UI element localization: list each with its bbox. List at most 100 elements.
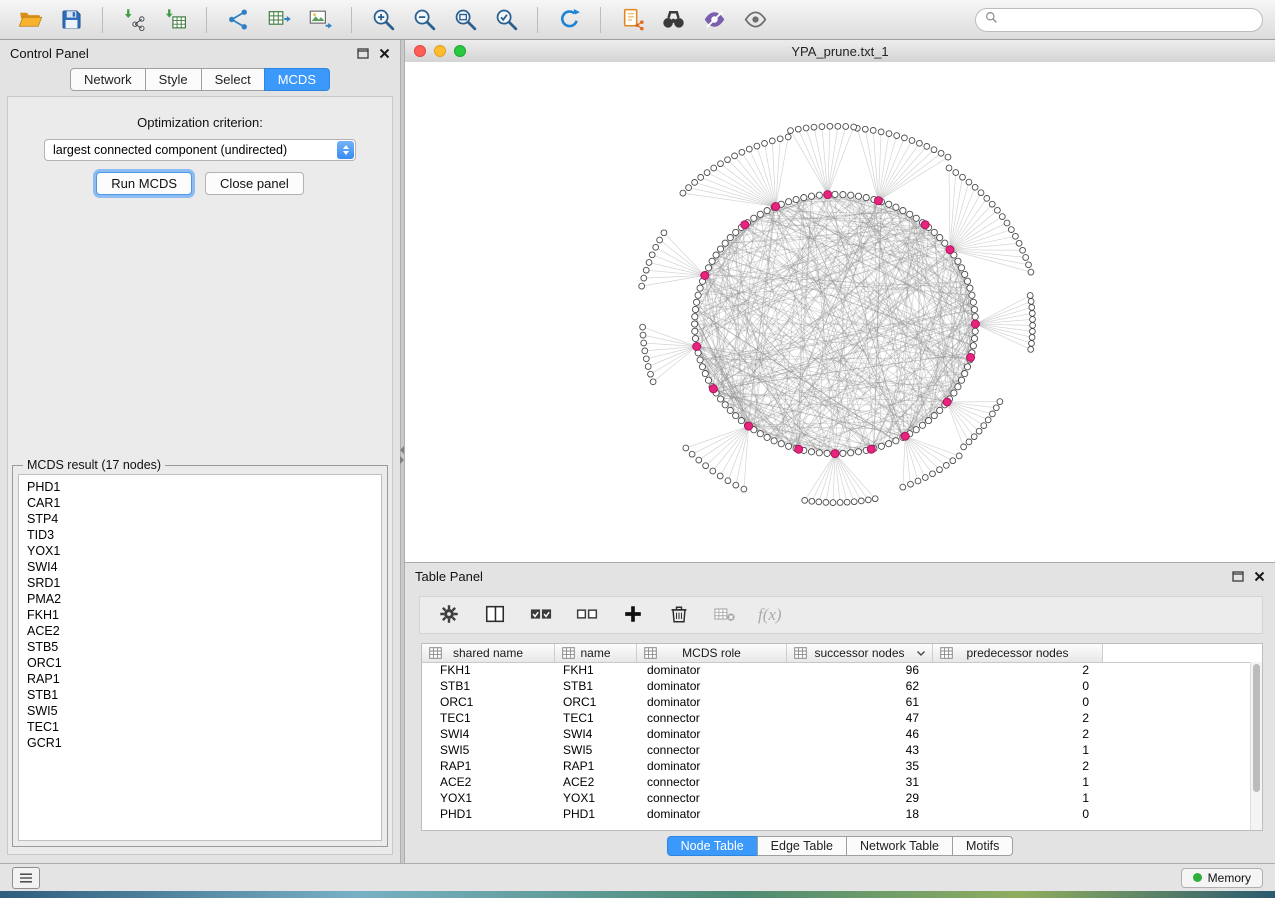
table-row[interactable]: ORC1ORC1dominator610	[422, 694, 1250, 710]
network-canvas[interactable]	[405, 62, 1275, 562]
menu-icon[interactable]	[12, 867, 40, 889]
column-header-MCDS-role[interactable]: MCDS role	[637, 644, 787, 662]
result-node-item[interactable]: PMA2	[27, 591, 381, 607]
result-node-item[interactable]: TEC1	[27, 719, 381, 735]
add-button[interactable]	[620, 602, 646, 628]
float-panel-icon[interactable]	[357, 48, 369, 59]
float-table-panel-icon[interactable]	[1232, 571, 1244, 582]
import-network-button[interactable]	[116, 5, 152, 35]
control-panel-tabs: NetworkStyleSelectMCDS	[0, 68, 400, 91]
toolbar-separator	[102, 7, 103, 33]
table-scrollbar[interactable]	[1250, 662, 1262, 830]
result-node-item[interactable]: GCR1	[27, 735, 381, 751]
table-row[interactable]: RAP1RAP1dominator352	[422, 758, 1250, 774]
zoom-selected-button[interactable]	[488, 5, 524, 35]
table-cell: 18	[787, 807, 933, 821]
column-header-shared-name[interactable]: shared name	[422, 644, 555, 662]
sort-chevron-icon[interactable]	[916, 650, 926, 657]
function-icon[interactable]: f(x)	[758, 605, 782, 625]
column-header-predecessor-nodes[interactable]: predecessor nodes	[933, 644, 1103, 662]
close-panel-icon[interactable]	[379, 48, 390, 59]
search-input[interactable]	[1003, 12, 1253, 28]
table-cell: connector	[637, 775, 787, 789]
mcds-result-list[interactable]: PHD1CAR1STP4TID3YOX1SWI4SRD1PMA2FKH1ACE2…	[18, 474, 382, 841]
result-node-item[interactable]: STB5	[27, 639, 381, 655]
tab-edge-table[interactable]: Edge Table	[757, 836, 847, 856]
deselect-all-button[interactable]	[574, 602, 600, 628]
tab-network-table[interactable]: Network Table	[846, 836, 953, 856]
table-cell: 2	[933, 727, 1103, 741]
toolbar-separator	[537, 7, 538, 33]
zoom-fit-button[interactable]	[447, 5, 483, 35]
table-panel: Table Panel f(x) shared namenameMCDS rol…	[405, 562, 1275, 863]
zoom-in-button[interactable]	[365, 5, 401, 35]
result-node-item[interactable]: PHD1	[27, 479, 381, 495]
column-header-successor-nodes[interactable]: successor nodes	[787, 644, 933, 662]
export-image-button[interactable]	[302, 5, 338, 35]
result-node-item[interactable]: YOX1	[27, 543, 381, 559]
column-header-name[interactable]: name	[555, 644, 637, 662]
tab-node-table[interactable]: Node Table	[667, 836, 758, 856]
memory-button[interactable]: Memory	[1181, 868, 1263, 888]
table-row[interactable]: TEC1TEC1connector472	[422, 710, 1250, 726]
table-row[interactable]: FKH1FKH1dominator962	[422, 662, 1250, 678]
result-node-item[interactable]: SWI5	[27, 703, 381, 719]
result-node-item[interactable]: SRD1	[27, 575, 381, 591]
add-icon	[622, 603, 644, 628]
network-view-window: YPA_prune.txt_1	[405, 40, 1275, 562]
table-row[interactable]: SWI5SWI5connector431	[422, 742, 1250, 758]
criterion-dropdown[interactable]: largest connected component (undirected)	[44, 139, 356, 161]
network-window-titlebar[interactable]: YPA_prune.txt_1	[405, 40, 1275, 63]
export-network-button[interactable]	[220, 5, 256, 35]
toolbar-separator	[600, 7, 601, 33]
refresh-button[interactable]	[551, 5, 587, 35]
hide-columns-button[interactable]	[712, 602, 738, 628]
graphics-details-button[interactable]	[696, 5, 732, 35]
open-folder-button[interactable]	[12, 5, 48, 35]
binoculars-button[interactable]	[655, 5, 691, 35]
zoom-out-button[interactable]	[406, 5, 442, 35]
birds-eye-icon	[743, 7, 768, 32]
tab-select[interactable]: Select	[201, 68, 265, 91]
select-all-button[interactable]	[528, 602, 554, 628]
table-row[interactable]: SWI4SWI4dominator462	[422, 726, 1250, 742]
close-panel-button[interactable]: Close panel	[205, 172, 304, 195]
birds-eye-button[interactable]	[737, 5, 773, 35]
table-row[interactable]: STB1STB1dominator620	[422, 678, 1250, 694]
tab-network[interactable]: Network	[70, 68, 146, 91]
result-node-item[interactable]: RAP1	[27, 671, 381, 687]
result-node-item[interactable]: ORC1	[27, 655, 381, 671]
result-node-item[interactable]: ACE2	[27, 623, 381, 639]
node-table-header: shared namenameMCDS rolesuccessor nodes p…	[422, 644, 1262, 663]
table-row[interactable]: YOX1YOX1connector291	[422, 790, 1250, 806]
delete-button[interactable]	[666, 602, 692, 628]
close-table-panel-icon[interactable]	[1254, 571, 1265, 582]
save-button[interactable]	[53, 5, 89, 35]
table-row[interactable]: PHD1PHD1dominator180	[422, 806, 1250, 822]
result-node-item[interactable]: TID3	[27, 527, 381, 543]
tab-motifs[interactable]: Motifs	[952, 836, 1013, 856]
result-node-item[interactable]: STP4	[27, 511, 381, 527]
copy-document-icon	[620, 7, 645, 32]
zoom-fit-icon	[453, 7, 478, 32]
table-panel-title: Table Panel	[415, 569, 483, 584]
table-cell: dominator	[637, 759, 787, 773]
scrollbar-thumb[interactable]	[1253, 664, 1260, 792]
import-table-button[interactable]	[157, 5, 193, 35]
result-node-item[interactable]: SWI4	[27, 559, 381, 575]
tab-mcds[interactable]: MCDS	[264, 68, 330, 91]
export-table-button[interactable]	[261, 5, 297, 35]
run-mcds-button[interactable]: Run MCDS	[96, 172, 192, 195]
copy-document-button[interactable]	[614, 5, 650, 35]
column-panel-button[interactable]	[482, 602, 508, 628]
gear-button[interactable]	[436, 602, 462, 628]
tab-style[interactable]: Style	[145, 68, 202, 91]
export-network-icon	[226, 7, 251, 32]
result-node-item[interactable]: STB1	[27, 687, 381, 703]
result-node-item[interactable]: CAR1	[27, 495, 381, 511]
column-label: predecessor nodes	[966, 646, 1068, 660]
table-cell: STB1	[422, 679, 555, 693]
table-row[interactable]: ACE2ACE2connector311	[422, 774, 1250, 790]
result-node-item[interactable]: FKH1	[27, 607, 381, 623]
search-field[interactable]	[975, 8, 1263, 32]
